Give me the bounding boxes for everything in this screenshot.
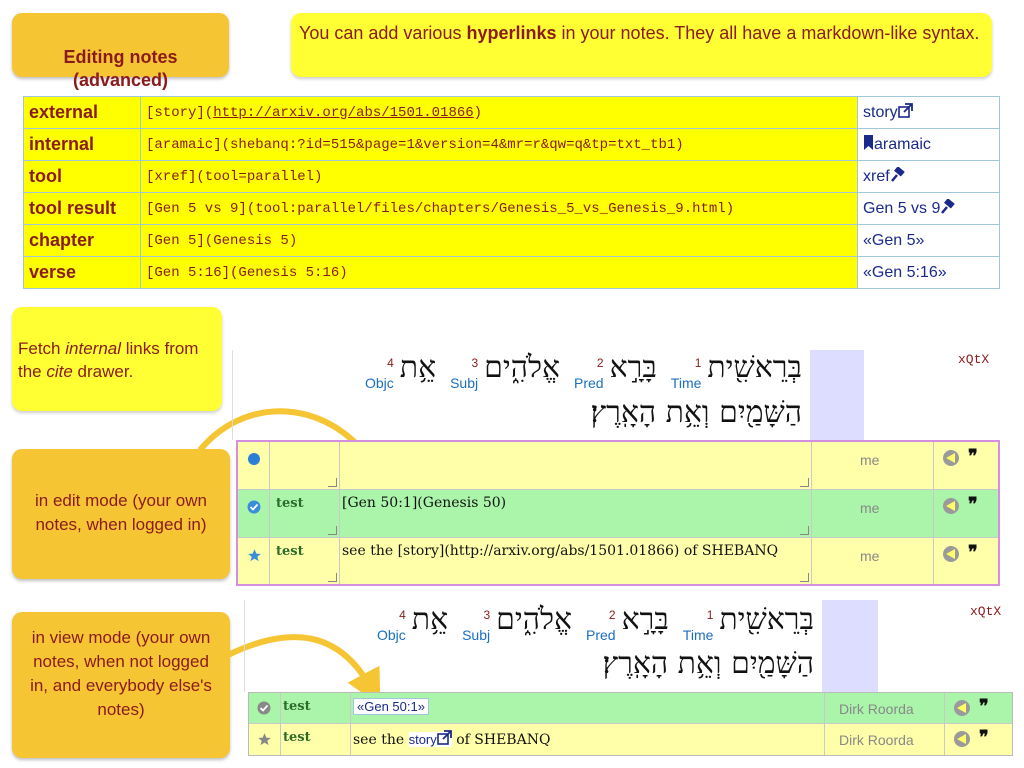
note-user: Dirk Roorda: [839, 701, 914, 717]
word-number: 3: [483, 608, 491, 622]
word-number: 3: [471, 356, 479, 370]
note-link[interactable]: «Gen 50:1»: [353, 698, 429, 715]
edit-note-row: test [Gen 50:1](Genesis 50) me ❞: [238, 490, 998, 538]
verse-word[interactable]: בָּרָ֣א 2 Pred: [574, 350, 657, 391]
note-text-pre: see the: [353, 732, 409, 748]
cite-icon[interactable]: [942, 449, 962, 472]
quote-icon[interactable]: ❞: [968, 542, 978, 563]
verse-line-2: הַשָּׁמַ֖יִם וְאֵ֥ת הָאָֽרֶץ׃: [590, 395, 802, 430]
note-text[interactable]: see the [story](http://arxiv.org/abs/150…: [342, 543, 778, 559]
note-text[interactable]: [Gen 50:1](Genesis 50): [342, 495, 506, 511]
verse-line-1-view: בְּרֵאשִׁ֖ית 1 Time בָּרָ֣א 2 Pred אֱלֹהִ֑ים 3 S…: [363, 602, 814, 644]
word-role: Objc: [376, 627, 406, 643]
word-role: Subj: [450, 375, 479, 391]
note-keyword[interactable]: test: [283, 699, 311, 714]
verse-word[interactable]: בָּרָ֣א 2 Pred: [586, 602, 669, 643]
note-link-text[interactable]: story: [409, 732, 437, 747]
star-icon[interactable]: [247, 548, 262, 568]
note-text-post: of SHEBANQ: [451, 732, 551, 748]
verse-line-1: בְּרֵאשִׁ֖ית 1 Time בָּרָ֣א 2 Pred אֱלֹהִ֑ים 3 S…: [351, 350, 802, 392]
verse-highlight-column-2: [822, 600, 878, 692]
word-role: Subj: [462, 627, 491, 643]
verse-word[interactable]: בְּרֵאשִׁ֖ית 1 Time: [683, 602, 814, 643]
verse-separator: [232, 350, 233, 440]
word-hebrew[interactable]: בָּרָ֣א: [622, 602, 669, 637]
arrow-view: [226, 634, 381, 706]
verse-word[interactable]: אֵ֥ת 4 Objc: [377, 602, 448, 643]
edit-note-row: me ❞: [238, 442, 998, 490]
verse-line-2-view: הַשָּׁמַ֖יִם וְאֵ֥ת הָאָֽרֶץ׃: [602, 646, 814, 681]
verse-word[interactable]: אֱלֹהִ֑ים 3 Subj: [450, 350, 560, 391]
word-hebrew[interactable]: בָּרָ֣א: [610, 350, 657, 385]
check-icon[interactable]: [257, 701, 271, 720]
verse-separator-2: [244, 600, 245, 692]
verse-word[interactable]: אֱלֹהִ֑ים 3 Subj: [462, 602, 572, 643]
cite-icon[interactable]: [953, 699, 973, 722]
word-number: 2: [608, 608, 616, 622]
note-keyword[interactable]: test: [276, 496, 304, 511]
word-hebrew[interactable]: בְּרֵאשִׁ֖ית: [719, 602, 814, 637]
note-keyword[interactable]: test: [276, 544, 304, 559]
word-number: 1: [706, 608, 714, 622]
note-user: me: [860, 452, 880, 468]
view-notes-box: test «Gen 50:1» Dirk Roorda ❞ test see the st…: [248, 692, 1013, 756]
word-number: 2: [596, 356, 604, 370]
word-hebrew[interactable]: אֵ֥ת: [412, 602, 448, 637]
note-user: Dirk Roorda: [839, 732, 914, 748]
note-keyword[interactable]: test: [283, 730, 311, 745]
quote-icon[interactable]: ❞: [968, 494, 978, 515]
edit-notes-box: me ❞ test [Gen 50:1](Genesis 50) me ❞ test see …: [236, 440, 1000, 586]
cite-icon[interactable]: [942, 545, 962, 568]
quote-icon[interactable]: ❞: [968, 446, 978, 467]
word-number: 1: [694, 356, 702, 370]
note-link[interactable]: story: [408, 730, 452, 747]
quote-icon[interactable]: ❞: [979, 727, 989, 748]
verse-tag-view[interactable]: xQtX: [970, 604, 1001, 619]
word-number: 4: [399, 608, 406, 622]
external-link-icon: [436, 730, 452, 747]
word-role: Pred: [574, 375, 604, 391]
word-hebrew[interactable]: בְּרֵאשִׁ֖ית: [707, 350, 802, 385]
verse-tag[interactable]: xQtX: [958, 352, 989, 367]
note-user: me: [860, 500, 880, 516]
view-note-row: test see the story of SHEBANQ Dirk Roorda ❞: [249, 724, 1012, 755]
quote-icon[interactable]: ❞: [979, 696, 989, 717]
word-role: Time: [682, 627, 714, 643]
word-role: Objc: [364, 375, 394, 391]
word-hebrew[interactable]: אֵ֥ת: [400, 350, 436, 385]
word-hebrew[interactable]: אֱלֹהִ֑ים: [496, 602, 572, 637]
view-note-row: test «Gen 50:1» Dirk Roorda ❞: [249, 693, 1012, 724]
verse-word[interactable]: בְּרֵאשִׁ֖ית 1 Time: [671, 350, 802, 391]
verse-word[interactable]: אֵ֥ת 4 Objc: [365, 350, 436, 391]
star-icon[interactable]: [257, 732, 272, 752]
dot-icon[interactable]: [247, 452, 261, 471]
word-role: Pred: [586, 627, 616, 643]
word-role: Time: [670, 375, 702, 391]
check-icon[interactable]: [247, 500, 261, 519]
verse-highlight-column: [810, 350, 864, 440]
cite-icon[interactable]: [942, 497, 962, 520]
cite-icon[interactable]: [953, 730, 973, 753]
word-number: 4: [387, 356, 394, 370]
word-hebrew[interactable]: אֱלֹהִ֑ים: [484, 350, 560, 385]
edit-note-row: test see the [story](http://arxiv.org/abs…: [238, 538, 998, 584]
note-user: me: [860, 548, 880, 564]
